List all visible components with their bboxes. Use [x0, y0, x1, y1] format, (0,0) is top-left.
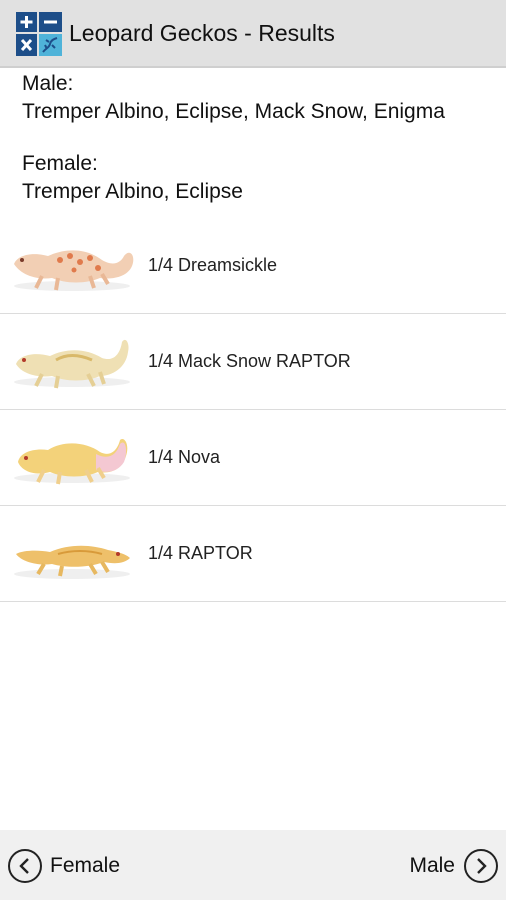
list-item[interactable]: 1/4 RAPTOR	[0, 506, 506, 602]
male-label: Male:	[22, 72, 74, 95]
previous-female-button[interactable]: Female	[8, 847, 120, 885]
next-male-button[interactable]: Male	[409, 847, 498, 885]
gecko-nova-icon	[14, 438, 130, 485]
gecko-mack-snow-raptor-icon	[14, 339, 130, 389]
result-label: 1/4 Mack Snow RAPTOR	[148, 351, 351, 371]
result-label: 1/4 RAPTOR	[148, 543, 253, 563]
chevron-right-circle-icon	[464, 849, 498, 883]
results-list: 1/4 Dreamsickle 1/4 Mack Snow RAPTOR 1/4…	[0, 218, 506, 602]
parent-summary: Male: Tremper Albino, Eclipse, Mack Snow…	[22, 70, 445, 206]
result-label: 1/4 Nova	[148, 447, 221, 467]
female-label: Female:	[22, 152, 98, 175]
page-title: Leopard Geckos - Results	[69, 20, 335, 46]
gecko-dreamsickle-icon	[14, 250, 134, 291]
app-bar: Leopard Geckos - Results	[0, 0, 506, 68]
female-traits: Tremper Albino, Eclipse	[22, 180, 243, 203]
gecko-raptor-icon	[14, 545, 130, 579]
male-traits: Tremper Albino, Eclipse, Mack Snow, Enig…	[22, 100, 445, 123]
calculator-gecko-icon	[16, 12, 62, 56]
bottom-navigation: Female Male	[0, 830, 506, 900]
list-item[interactable]: 1/4 Nova	[0, 410, 506, 506]
result-label: 1/4 Dreamsickle	[148, 255, 278, 275]
list-item[interactable]: 1/4 Mack Snow RAPTOR	[0, 314, 506, 410]
next-label: Male	[409, 854, 455, 877]
previous-label: Female	[50, 854, 121, 877]
list-item[interactable]: 1/4 Dreamsickle	[0, 218, 506, 314]
chevron-left-circle-icon	[8, 849, 42, 883]
